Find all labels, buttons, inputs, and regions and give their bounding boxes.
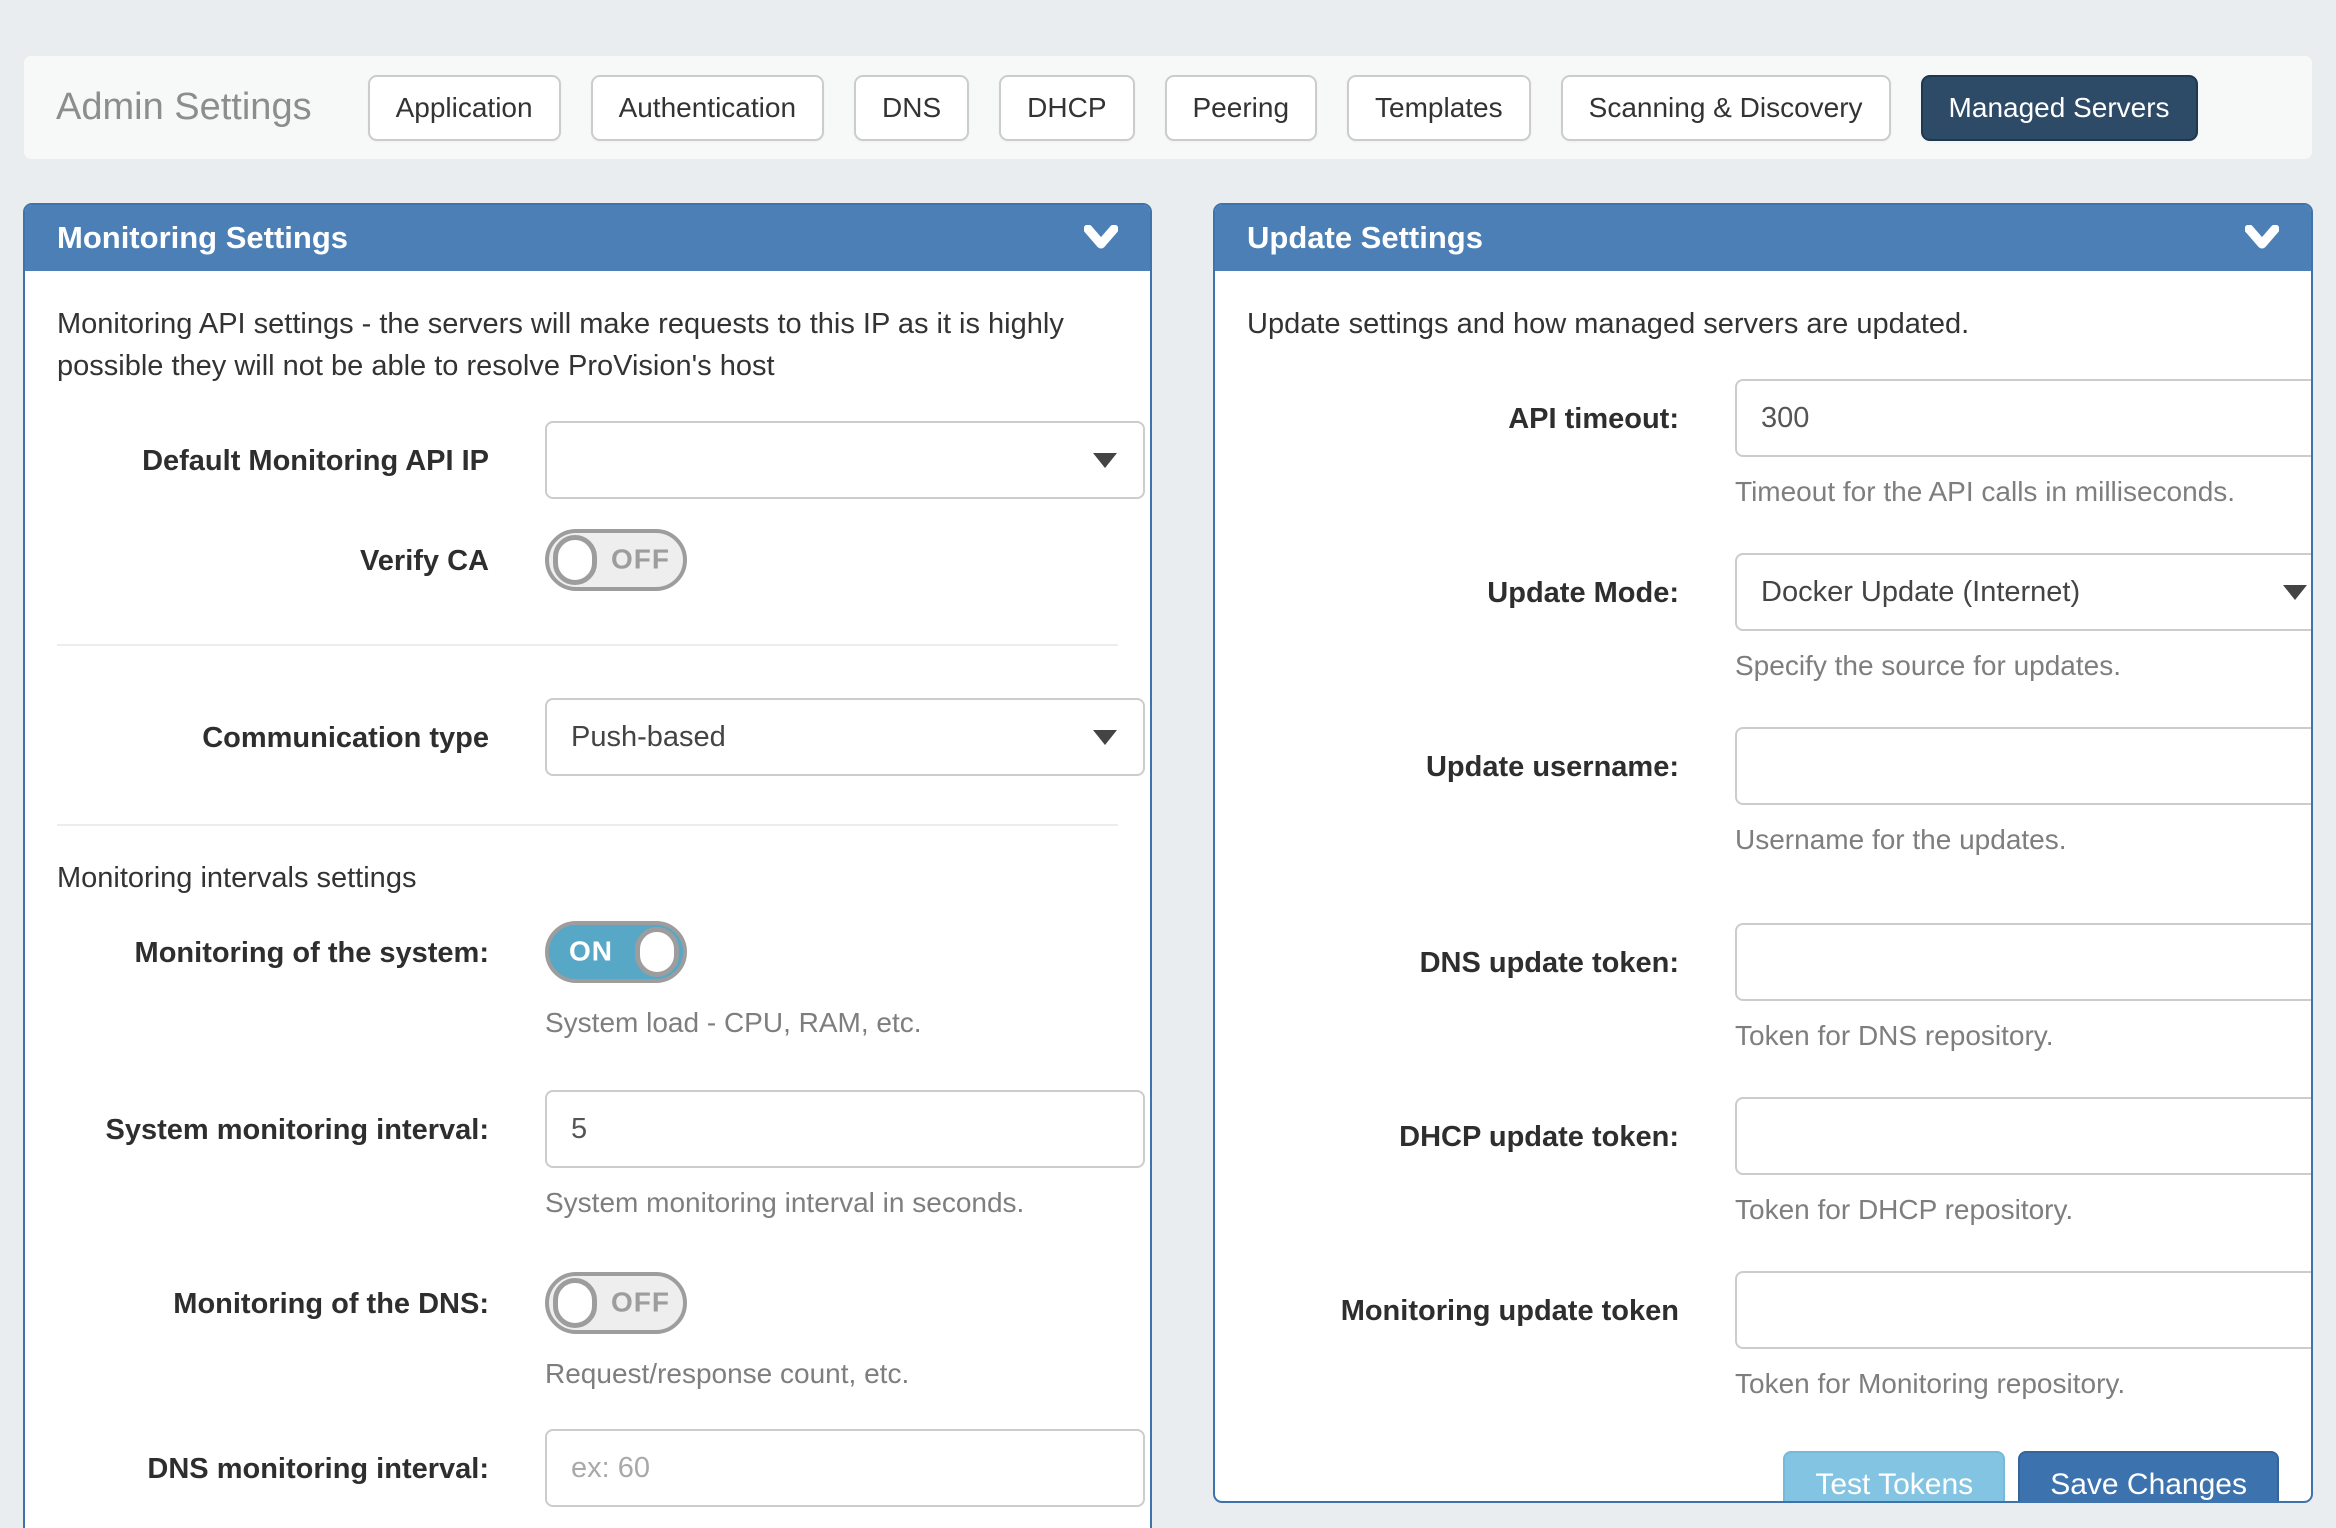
api-timeout-row: API timeout: Timeout for the API calls i… [1247,379,2279,511]
api-timeout-label: API timeout: [1247,379,1679,438]
dns-monitoring-interval-row: DNS monitoring interval: DNS data will b… [57,1429,1118,1528]
dns-monitoring-interval-label: DNS monitoring interval: [57,1429,489,1488]
tab-authentication[interactable]: Authentication [591,75,824,141]
page-title: Admin Settings [56,86,312,129]
chevron-down-icon[interactable] [2245,225,2279,251]
dns-update-token-row: DNS update token: Token for DNS reposito… [1247,923,2279,1055]
dns-monitoring-interval-hint: DNS data will be collected and send (sec… [545,1523,1145,1528]
settings-tab-bar: Application Authentication DNS DHCP Peer… [368,75,2198,141]
api-timeout-input[interactable] [1735,379,2313,457]
communication-type-row: Communication type Push-based [57,698,1118,776]
monitoring-of-dns-toggle-state: OFF [611,1286,670,1318]
update-username-label: Update username: [1247,727,1679,786]
monitoring-update-token-row: Monitoring update token Token for Monito… [1247,1271,2279,1403]
toggle-knob [635,927,679,977]
caret-down-icon [1093,453,1117,468]
update-mode-select[interactable]: Docker Update (Internet) [1735,553,2313,631]
update-mode-label: Update Mode: [1247,553,1679,612]
monitoring-intervals-section-label: Monitoring intervals settings [57,862,1118,895]
tab-peering[interactable]: Peering [1165,75,1318,141]
panels-container: Monitoring Settings Monitoring API setti… [23,203,2313,1528]
update-settings-title: Update Settings [1247,220,1483,256]
verify-ca-row: Verify CA OFF [57,529,1118,596]
chevron-down-icon[interactable] [1084,225,1118,251]
verify-ca-toggle-state: OFF [611,543,670,575]
default-monitoring-api-ip-row: Default Monitoring API IP [57,421,1118,499]
update-settings-panel: Update Settings Update settings and how … [1213,203,2313,1503]
monitoring-update-token-hint: Token for Monitoring repository. [1735,1365,2313,1403]
update-username-row: Update username: Username for the update… [1247,727,2279,859]
verify-ca-label: Verify CA [57,529,489,580]
monitoring-of-system-label: Monitoring of the system: [57,921,489,972]
system-monitoring-interval-row: System monitoring interval: System monit… [57,1090,1118,1222]
monitoring-of-dns-label: Monitoring of the DNS: [57,1272,489,1323]
communication-type-select[interactable]: Push-based [545,698,1145,776]
api-timeout-hint: Timeout for the API calls in millisecond… [1735,473,2313,511]
update-settings-body: Update settings and how managed servers … [1215,271,2311,1503]
divider [57,824,1118,826]
update-username-input[interactable] [1735,727,2313,805]
system-monitoring-interval-input[interactable] [545,1090,1145,1168]
update-mode-row: Update Mode: Docker Update (Internet) Sp… [1247,553,2279,685]
verify-ca-toggle[interactable]: OFF [545,529,687,591]
monitoring-update-token-label: Monitoring update token [1247,1271,1679,1330]
update-mode-value: Docker Update (Internet) [1761,576,2080,609]
monitoring-of-dns-row: Monitoring of the DNS: OFF Request/respo… [57,1272,1118,1393]
update-username-hint: Username for the updates. [1735,821,2313,859]
monitoring-settings-title: Monitoring Settings [57,220,348,256]
monitoring-settings-body: Monitoring API settings - the servers wi… [25,271,1150,1528]
dns-monitoring-interval-input[interactable] [545,1429,1145,1507]
dhcp-update-token-input[interactable] [1735,1097,2313,1175]
monitoring-intro-text: Monitoring API settings - the servers wi… [57,303,1087,387]
default-monitoring-api-ip-select[interactable] [545,421,1145,499]
dns-update-token-hint: Token for DNS repository. [1735,1017,2313,1055]
divider [57,644,1118,646]
monitoring-update-token-input[interactable] [1735,1271,2313,1349]
monitoring-of-dns-toggle[interactable]: OFF [545,1272,687,1334]
toggle-knob [553,535,597,585]
tab-templates[interactable]: Templates [1347,75,1531,141]
monitoring-of-system-row: Monitoring of the system: ON System load… [57,921,1118,1042]
tab-application[interactable]: Application [368,75,561,141]
admin-settings-page: Admin Settings Application Authenticatio… [0,0,2336,1528]
dhcp-update-token-row: DHCP update token: Token for DHCP reposi… [1247,1097,2279,1229]
tab-dns[interactable]: DNS [854,75,969,141]
save-changes-button[interactable]: Save Changes [2018,1451,2279,1503]
monitoring-of-system-toggle[interactable]: ON [545,921,687,983]
test-tokens-button[interactable]: Test Tokens [1783,1451,2005,1503]
monitoring-of-dns-hint: Request/response count, etc. [545,1355,1145,1393]
monitoring-settings-panel: Monitoring Settings Monitoring API setti… [23,203,1152,1528]
dhcp-update-token-label: DHCP update token: [1247,1097,1679,1156]
update-settings-header[interactable]: Update Settings [1215,205,2311,271]
monitoring-of-system-hint: System load - CPU, RAM, etc. [545,1004,1145,1042]
default-monitoring-api-ip-label: Default Monitoring API IP [57,421,489,480]
dns-update-token-input[interactable] [1735,923,2313,1001]
tab-scanning-discovery[interactable]: Scanning & Discovery [1561,75,1891,141]
caret-down-icon [2283,585,2307,600]
admin-settings-toolbar: Admin Settings Application Authenticatio… [23,55,2313,160]
update-mode-hint: Specify the source for updates. [1735,647,2313,685]
tab-managed-servers[interactable]: Managed Servers [1921,75,2198,141]
tab-dhcp[interactable]: DHCP [999,75,1134,141]
toggle-knob [553,1278,597,1328]
dns-update-token-label: DNS update token: [1247,923,1679,982]
dhcp-update-token-hint: Token for DHCP repository. [1735,1191,2313,1229]
communication-type-label: Communication type [57,698,489,757]
communication-type-value: Push-based [571,721,726,754]
system-monitoring-interval-label: System monitoring interval: [57,1090,489,1149]
monitoring-of-system-toggle-state: ON [569,935,613,967]
system-monitoring-interval-hint: System monitoring interval in seconds. [545,1184,1145,1222]
monitoring-settings-header[interactable]: Monitoring Settings [25,205,1150,271]
caret-down-icon [1093,730,1117,745]
update-intro-text: Update settings and how managed servers … [1247,303,2277,345]
update-settings-actions: Test Tokens Save Changes [1247,1451,2279,1503]
